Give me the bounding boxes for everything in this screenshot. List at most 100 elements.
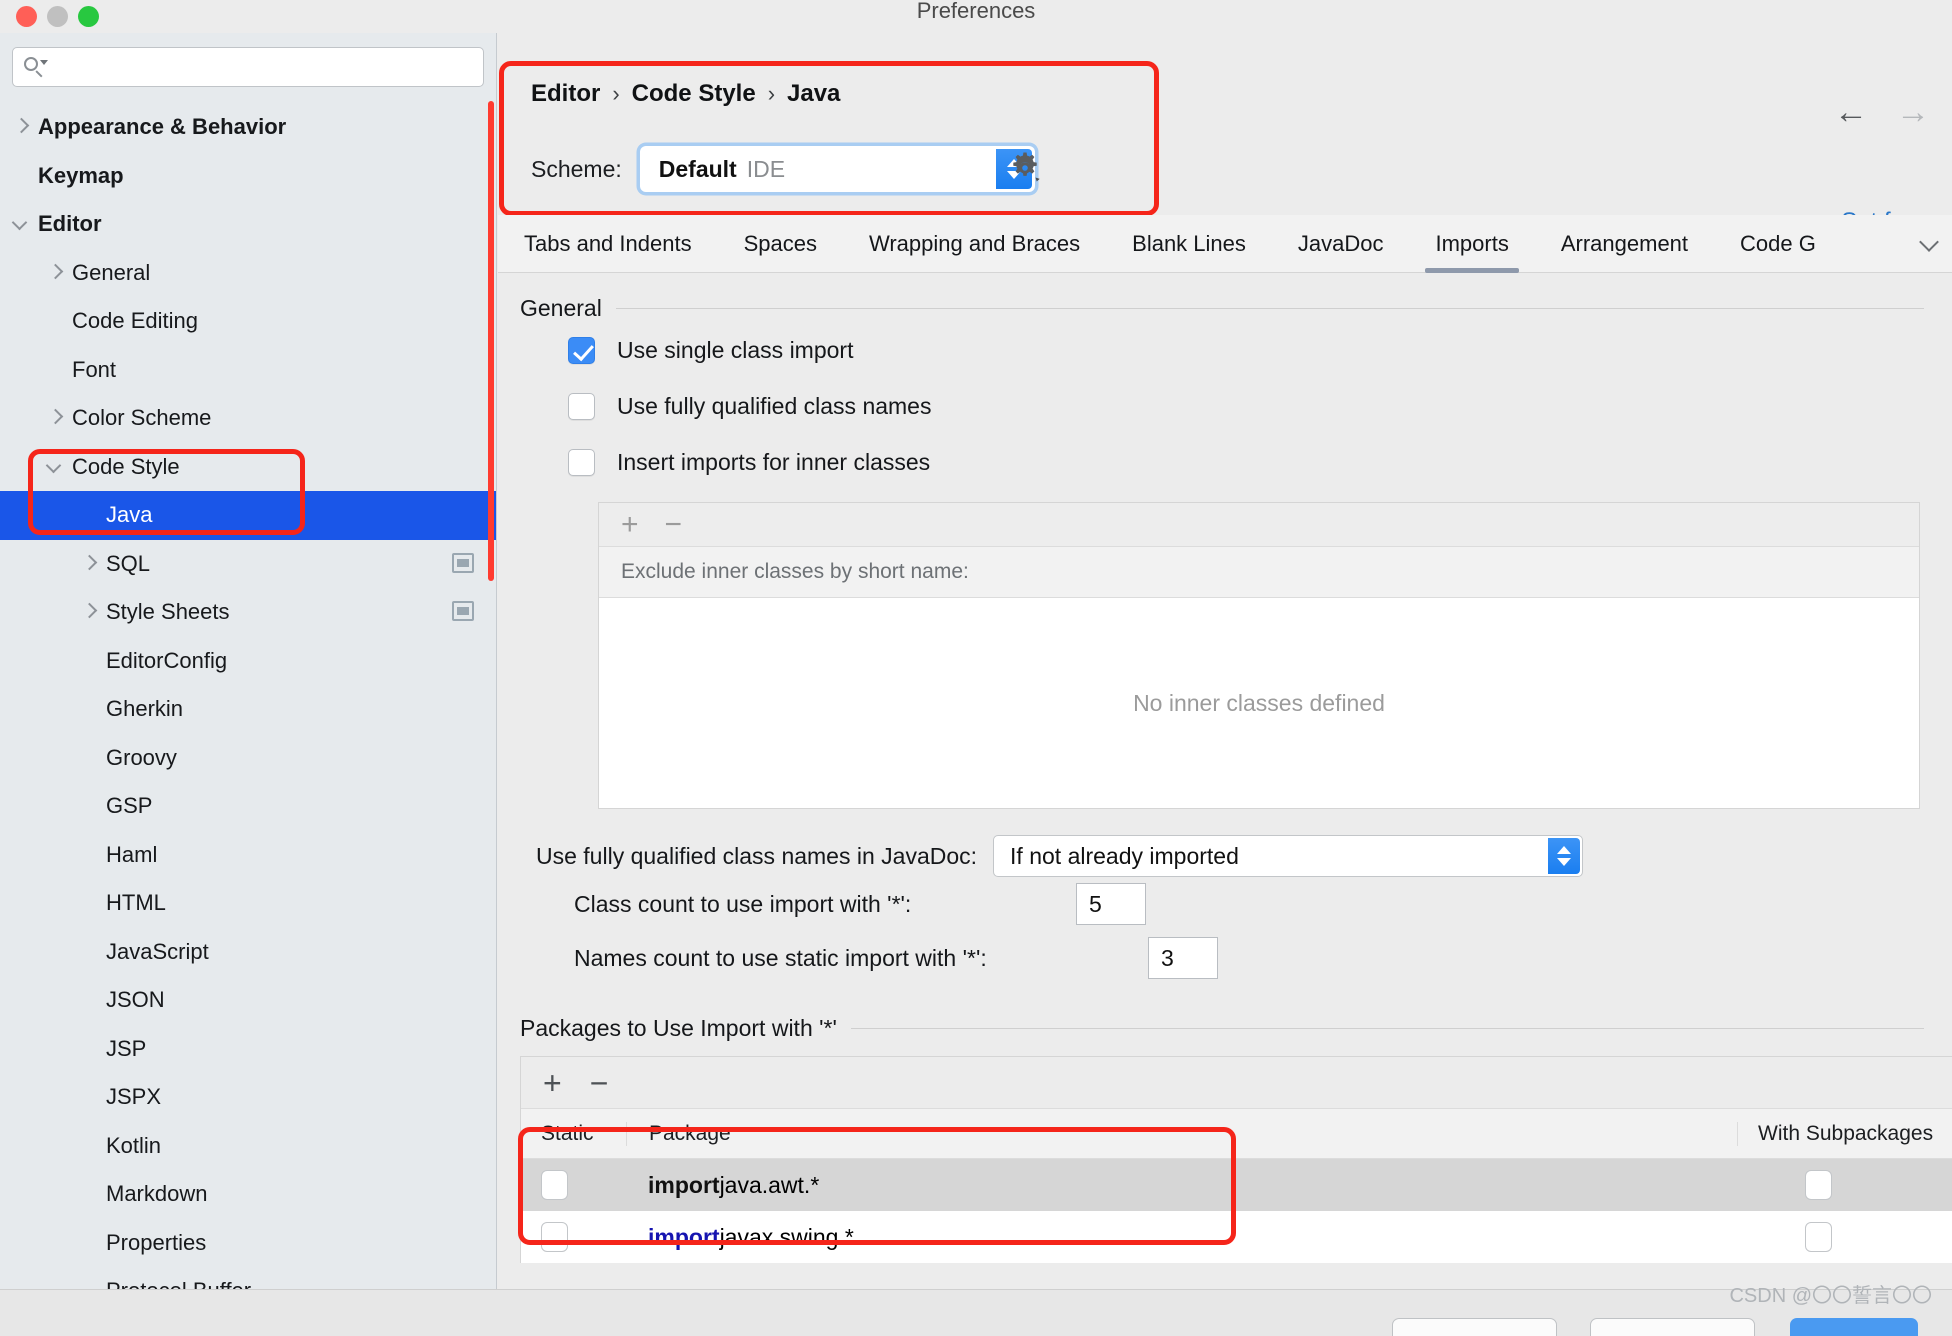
- breadcrumb-separator: ›: [767, 81, 776, 106]
- chevron-right-icon[interactable]: [44, 407, 66, 429]
- with-subpackages-checkbox[interactable]: [1805, 1222, 1832, 1252]
- add-inner-class-button[interactable]: +: [621, 509, 639, 540]
- checkbox-row[interactable]: Use single class import: [498, 322, 1952, 378]
- sidebar-item-html[interactable]: HTML: [0, 879, 496, 928]
- checkbox-insert-imports-for-inner-classes[interactable]: [568, 448, 595, 476]
- inner-classes-table[interactable]: + − Exclude inner classes by short name:…: [598, 502, 1920, 809]
- settings-tabs[interactable]: Tabs and Indents Spaces Wrapping and Brace…: [498, 215, 1952, 273]
- sidebar-item-label: Protocol Buffer: [106, 1278, 251, 1289]
- table-row[interactable]: import java.awt.*: [521, 1159, 1952, 1211]
- search-icon: [23, 56, 48, 78]
- sidebar-scrollbar[interactable]: [488, 101, 494, 581]
- checkbox-use-fully-qualified-class-names[interactable]: [568, 392, 595, 420]
- tab-tabs-and-indents[interactable]: Tabs and Indents: [498, 215, 718, 273]
- sidebar-item-color-scheme[interactable]: Color Scheme: [0, 394, 496, 443]
- sidebar-item-appearance-behavior[interactable]: Appearance & Behavior: [0, 103, 496, 152]
- with-subpackages-checkbox[interactable]: [1805, 1170, 1832, 1200]
- sidebar-item-code-editing[interactable]: Code Editing: [0, 297, 496, 346]
- table-row[interactable]: import javax.swing.*: [521, 1211, 1952, 1263]
- sidebar-item-jsp[interactable]: JSP: [0, 1025, 496, 1074]
- chevron-right-icon[interactable]: [10, 116, 32, 138]
- footer-button-left[interactable]: [1392, 1318, 1557, 1336]
- settings-tree[interactable]: Appearance & Behavior Keymap Editor General…: [0, 95, 496, 1289]
- static-checkbox[interactable]: [541, 1222, 568, 1252]
- window-title: Preferences: [916, 0, 1036, 23]
- tab-arrangement[interactable]: Arrangement: [1535, 215, 1714, 273]
- search-input[interactable]: [49, 57, 473, 77]
- breadcrumb-item-java[interactable]: Java: [787, 80, 840, 108]
- sidebar-item-markdown[interactable]: Markdown: [0, 1170, 496, 1219]
- sidebar-item-java[interactable]: Java: [0, 491, 496, 540]
- packages-rows: import java.awt.* import javax.swing.*: [521, 1159, 1952, 1263]
- static-names-count-input[interactable]: 3: [1148, 937, 1218, 979]
- tab-wrapping-and-braces[interactable]: Wrapping and Braces: [843, 215, 1106, 273]
- sidebar-item-groovy[interactable]: Groovy: [0, 734, 496, 783]
- row-package-cell: import java.awt.*: [626, 1159, 1737, 1211]
- chevron-right-icon[interactable]: [78, 553, 100, 575]
- checkbox-use-single-class-import[interactable]: [568, 336, 595, 364]
- remove-package-button[interactable]: −: [590, 1067, 609, 1099]
- row-with-subpackages-cell: [1737, 1159, 1952, 1211]
- packages-table[interactable]: + − Static Package With Subpackages impo…: [520, 1056, 1952, 1263]
- search-box[interactable]: [12, 47, 484, 87]
- sidebar-item-kotlin[interactable]: Kotlin: [0, 1122, 496, 1171]
- static-checkbox[interactable]: [541, 1170, 568, 1200]
- sidebar-item-editor[interactable]: Editor: [0, 200, 496, 249]
- chevron-down-icon[interactable]: [1920, 233, 1940, 253]
- sidebar-item-json[interactable]: JSON: [0, 976, 496, 1025]
- tab-imports[interactable]: Imports: [1409, 215, 1534, 273]
- tab-spaces[interactable]: Spaces: [718, 215, 843, 273]
- import-keyword: import: [648, 1223, 720, 1250]
- sidebar-item-sql[interactable]: SQL: [0, 540, 496, 589]
- tab-javadoc[interactable]: JavaDoc: [1272, 215, 1410, 273]
- sidebar-item-protocol-buffer[interactable]: Protocol Buffer: [0, 1267, 496, 1289]
- sidebar-item-code-style[interactable]: Code Style: [0, 443, 496, 492]
- javadoc-select[interactable]: If not already imported: [993, 835, 1584, 877]
- packages-toolbar: + −: [521, 1057, 1952, 1109]
- sidebar-item-gsp[interactable]: GSP: [0, 782, 496, 831]
- sidebar-item-editorconfig[interactable]: EditorConfig: [0, 637, 496, 686]
- back-arrow-icon[interactable]: ←: [1834, 95, 1868, 129]
- sidebar-item-javascript[interactable]: JavaScript: [0, 928, 496, 977]
- sidebar-item-gherkin[interactable]: Gherkin: [0, 685, 496, 734]
- sidebar-item-properties[interactable]: Properties: [0, 1219, 496, 1268]
- sidebar-item-jspx[interactable]: JSPX: [0, 1073, 496, 1122]
- chevron-right-icon[interactable]: [78, 601, 100, 623]
- checkbox-row[interactable]: Use fully qualified class names: [498, 378, 1952, 434]
- remove-inner-class-button[interactable]: −: [665, 509, 683, 540]
- sidebar-item-font[interactable]: Font: [0, 346, 496, 395]
- tab-blank-lines[interactable]: Blank Lines: [1106, 215, 1272, 273]
- chevron-right-icon[interactable]: [44, 262, 66, 284]
- sidebar-item-style-sheets[interactable]: Style Sheets: [0, 588, 496, 637]
- javadoc-stepper[interactable]: [1548, 838, 1581, 874]
- footer-button-ok[interactable]: [1790, 1318, 1918, 1336]
- breadcrumb-item-code-style[interactable]: Code Style: [632, 80, 756, 108]
- sidebar-item-label: JSON: [106, 987, 165, 1013]
- checkbox-row[interactable]: Insert imports for inner classes: [498, 434, 1952, 490]
- chevron-down-icon[interactable]: [44, 456, 66, 478]
- panel-icon: [452, 601, 474, 621]
- chevron-down-icon[interactable]: [10, 213, 32, 235]
- add-package-button[interactable]: +: [543, 1067, 562, 1099]
- sidebar-item-general[interactable]: General: [0, 249, 496, 298]
- class-count-input[interactable]: 5: [1076, 883, 1146, 925]
- gear-icon[interactable]: [1008, 151, 1042, 185]
- sidebar-item-keymap[interactable]: Keymap: [0, 152, 496, 201]
- general-group-header: General: [498, 273, 1952, 322]
- tab-code-g[interactable]: Code G: [1714, 215, 1842, 273]
- scheme-select[interactable]: Default IDE: [639, 146, 1035, 192]
- sidebar-item-haml[interactable]: Haml: [0, 831, 496, 880]
- inner-table-column-header: Exclude inner classes by short name:: [599, 547, 1919, 598]
- settings-sidebar[interactable]: Appearance & Behavior Keymap Editor General…: [0, 33, 497, 1289]
- footer-button-middle[interactable]: [1590, 1318, 1755, 1336]
- breadcrumb-item-editor[interactable]: Editor: [531, 80, 600, 108]
- package-name: java.awt.*: [719, 1171, 820, 1198]
